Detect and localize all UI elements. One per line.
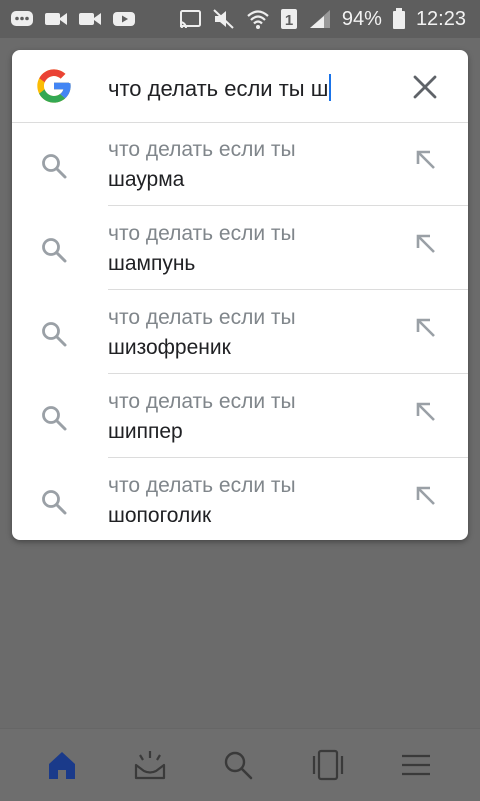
text-cursor <box>329 74 332 101</box>
suggestion-item[interactable]: что делать если ты шиппер <box>12 374 468 458</box>
close-icon[interactable] <box>410 72 440 102</box>
nav-tabs[interactable] <box>310 747 346 783</box>
battery-percent: 94% <box>341 7 382 30</box>
search-icon <box>42 154 67 179</box>
search-icon <box>42 322 67 347</box>
suggestion-prefix: что делать если ты <box>108 222 296 245</box>
battery-icon <box>392 8 406 30</box>
suggestion-prefix: что делать если ты <box>108 390 296 413</box>
menu-icon <box>402 754 430 776</box>
suggestion-item[interactable]: что делать если ты шампунь <box>12 206 468 290</box>
signal-icon <box>308 8 332 30</box>
google-g-logo <box>37 69 71 103</box>
youtube-icon <box>112 8 136 30</box>
nav-menu[interactable] <box>398 747 434 783</box>
search-bar[interactable]: что делать если ты ш <box>12 50 468 123</box>
search-icon <box>42 406 67 431</box>
suggestion-completion: шаурма <box>108 168 185 191</box>
arrow-up-left-icon[interactable] <box>412 146 440 174</box>
home-icon <box>49 752 75 779</box>
sim-icon: 1 <box>280 8 298 30</box>
suggestion-completion: шизофреник <box>108 336 231 359</box>
video-camera-icon <box>44 8 68 30</box>
search-icon <box>224 751 253 780</box>
tabs-icon <box>312 749 344 781</box>
cast-icon <box>178 8 202 30</box>
arrow-up-left-icon[interactable] <box>412 398 440 426</box>
suggestion-prefix: что делать если ты <box>108 474 296 497</box>
video-camera-icon <box>78 8 102 30</box>
status-bar: 1 94% 12:23 <box>0 0 480 38</box>
suggestion-completion: шампунь <box>108 252 196 275</box>
search-input[interactable]: что делать если ты ш <box>108 74 332 102</box>
arrow-up-left-icon[interactable] <box>412 314 440 342</box>
suggestion-completion: шопоголик <box>108 504 212 527</box>
bottom-navigation <box>0 728 480 801</box>
suggestion-prefix: что делать если ты <box>108 306 296 329</box>
arrow-up-left-icon[interactable] <box>412 482 440 510</box>
search-query-text: что делать если ты ш <box>108 76 329 101</box>
nav-search[interactable] <box>220 747 256 783</box>
search-icon <box>42 490 67 515</box>
suggestion-completion: шиппер <box>108 420 183 443</box>
sim-slot-label: 1 <box>285 12 293 29</box>
discover-icon <box>134 751 166 780</box>
clock: 12:23 <box>415 7 466 30</box>
arrow-up-left-icon[interactable] <box>412 230 440 258</box>
suggestion-item[interactable]: что делать если ты шизофреник <box>12 290 468 374</box>
search-icon <box>42 238 67 263</box>
suggestion-prefix: что делать если ты <box>108 138 296 161</box>
chat-icon <box>10 8 34 30</box>
wifi-icon <box>246 8 270 30</box>
search-suggestions-card: что делать если ты ш что делать если ты … <box>12 50 468 540</box>
nav-discover[interactable] <box>132 747 168 783</box>
nav-home[interactable] <box>44 747 80 783</box>
suggestion-item[interactable]: что делать если ты шаурма <box>12 122 468 206</box>
status-bar-left <box>10 0 136 38</box>
suggestion-item[interactable]: что делать если ты шопоголик <box>12 458 468 540</box>
mute-icon <box>212 8 236 30</box>
status-bar-right: 1 94% 12:23 <box>178 0 466 38</box>
